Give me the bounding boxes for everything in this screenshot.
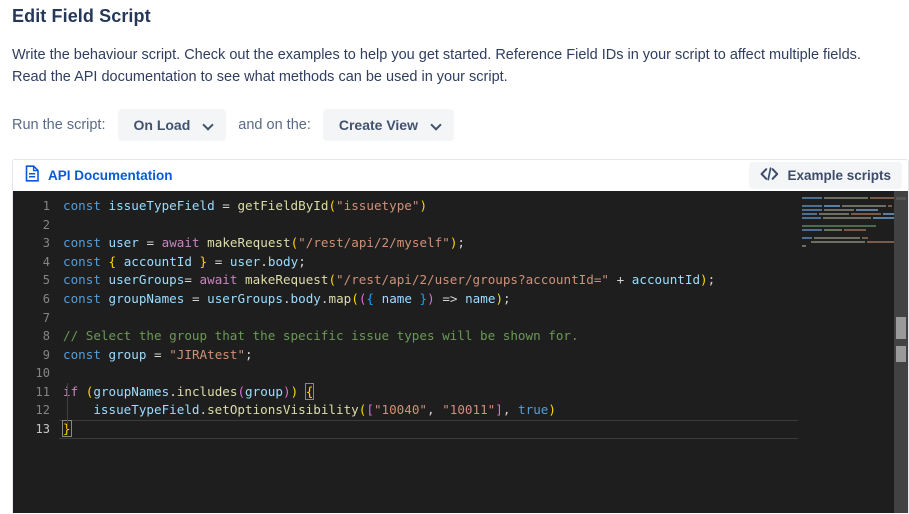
minimap-row [798,229,894,232]
minimap-segment [802,241,810,244]
line-number: 7 [42,310,50,325]
minimap-row [798,241,894,244]
editor-toolbar: API Documentation Example scripts [13,159,908,191]
page-title: Edit Field Script [12,6,151,26]
minimap-row [798,217,894,220]
chevron-down-icon [432,120,442,130]
api-documentation-label: API Documentation [48,167,173,183]
minimap-segment [888,205,892,208]
minimap-row [798,221,894,224]
minimap-segment [819,213,849,216]
line-number: 3 [42,236,50,251]
code-line: const group = "JIRAtest"; [63,346,253,362]
scrollbar-mark[interactable] [896,345,906,362]
line-number: 8 [42,329,50,344]
minimap-segment [802,237,812,240]
code-line: const issueTypeField = getFieldById("iss… [63,197,428,213]
minimap-segment [824,197,869,200]
editor-minimap[interactable] [798,190,894,513]
line-number: 11 [35,384,50,399]
minimap-row [798,201,894,204]
minimap-segment [802,209,822,212]
minimap-segment [824,209,854,212]
document-icon [25,165,40,185]
line-number: 1 [42,198,50,213]
code-line: const { accountId } = user.body; [63,253,306,269]
minimap-segment [822,217,872,220]
minimap-segment [802,245,806,248]
minimap-segment [844,229,866,232]
minimap-row [798,205,894,208]
line-number: 10 [35,366,50,381]
minimap-segment [873,217,894,220]
view-dropdown[interactable]: Create View [322,108,454,141]
example-scripts-button[interactable]: Example scripts [749,161,902,189]
indent-guide [67,382,68,429]
minimap-segment [870,197,894,200]
minimap-segment [814,237,860,240]
minimap-row [798,233,894,236]
minimap-segment [842,205,886,208]
minimap-segment [802,229,822,232]
code-brackets-icon [760,167,779,184]
editor-scrollbar[interactable] [894,190,908,513]
minimap-row [798,245,894,248]
example-scripts-label: Example scripts [787,167,891,183]
line-number: 12 [35,403,50,418]
minimap-segment [802,225,876,228]
minimap-segment [824,229,842,232]
minimap-segment [856,209,878,212]
minimap-segment [883,213,894,216]
trigger-dropdown-value: On Load [133,116,191,133]
minimap-segment [802,205,822,208]
script-trigger-controls: Run the script: On Load and on the: Crea… [10,108,899,141]
code-line: const user = await makeRequest("/rest/ap… [63,235,465,251]
page-description: Write the behaviour script. Check out th… [12,47,861,86]
minimap-row [798,213,894,216]
code-line: issueTypeField.setOptionsVisibility(["10… [93,402,556,418]
minimap-segment [866,241,894,244]
script-editor-panel: API Documentation Example scripts 1 2 3 [12,158,909,513]
line-number-active: 13 [35,422,50,437]
minimap-row [798,225,894,228]
minimap-segment [862,237,868,240]
line-number: 2 [42,217,50,232]
minimap-row [798,209,894,212]
minimap-segment [824,205,840,208]
code-editor[interactable]: 1 2 3 4 5 6 7 8 9 10 11 12 13 const issu… [13,190,908,513]
minimap-segment [802,197,823,200]
minimap-segment [811,241,865,244]
view-dropdown-value: Create View [338,116,418,133]
minimap-segment [850,213,882,216]
line-number: 5 [42,273,50,288]
code-line: if (groupNames.includes(group)) { [63,382,315,400]
minimap-row [798,197,894,200]
code-line: const userGroups= await makeRequest("/re… [63,272,716,288]
and-on-the-label: and on the: [238,116,311,133]
minimap-segment [802,217,821,220]
scrollbar-mark[interactable] [896,316,906,339]
code-line-active: } [59,420,908,439]
minimap-segment [802,213,818,216]
minimap-row [798,237,894,240]
scrollbar-mark[interactable] [896,196,906,200]
line-number: 9 [42,347,50,362]
trigger-dropdown[interactable]: On Load [117,108,227,141]
run-script-label: Run the script: [12,116,106,133]
line-number: 6 [42,291,50,306]
line-number: 4 [42,254,50,269]
line-number-gutter: 1 2 3 4 5 6 7 8 9 10 11 12 13 [13,190,59,513]
code-line: const groupNames = userGroups.body.map((… [63,290,511,306]
code-content[interactable]: const issueTypeField = getFieldById("iss… [59,191,908,513]
code-line: // Select the group that the specific is… [63,328,579,344]
api-documentation-link[interactable]: API Documentation [23,163,175,187]
edit-field-script-page: Edit Field Script Write the behaviour sc… [0,0,909,514]
chevron-down-icon [204,120,214,130]
